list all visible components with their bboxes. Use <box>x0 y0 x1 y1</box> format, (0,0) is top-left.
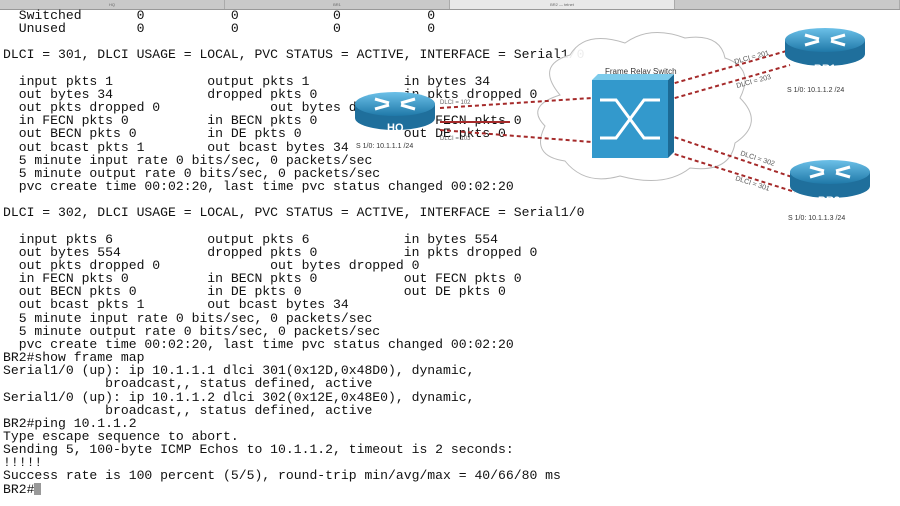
br1-dlci-a: DLCI = 201 <box>734 50 770 66</box>
br2-ip: S 1/0: 10.1.1.3 /24 <box>788 215 845 222</box>
br2-dlci-b: DLCI = 301 <box>734 175 770 193</box>
br2-label: BR2 <box>818 195 840 207</box>
hq-dlci-a: DLCI = 102 <box>440 100 471 106</box>
br1-label: BR1 <box>814 63 836 75</box>
frame-relay-diagram: Frame Relay Switch HQ S 1/0: 10.1.1.1 /2… <box>353 26 872 222</box>
router-br1-icon[interactable] <box>783 26 867 68</box>
hq-ip: S 1/0: 10.1.1.1 /24 <box>356 143 413 150</box>
br1-ip: S 1/0: 10.1.1.2 /24 <box>787 87 844 94</box>
router-br2-icon[interactable] <box>788 158 872 200</box>
hq-dlci-b: DLCI = 103 <box>440 136 471 142</box>
frame-relay-switch-icon <box>592 74 674 158</box>
hq-label: HQ <box>387 122 404 134</box>
